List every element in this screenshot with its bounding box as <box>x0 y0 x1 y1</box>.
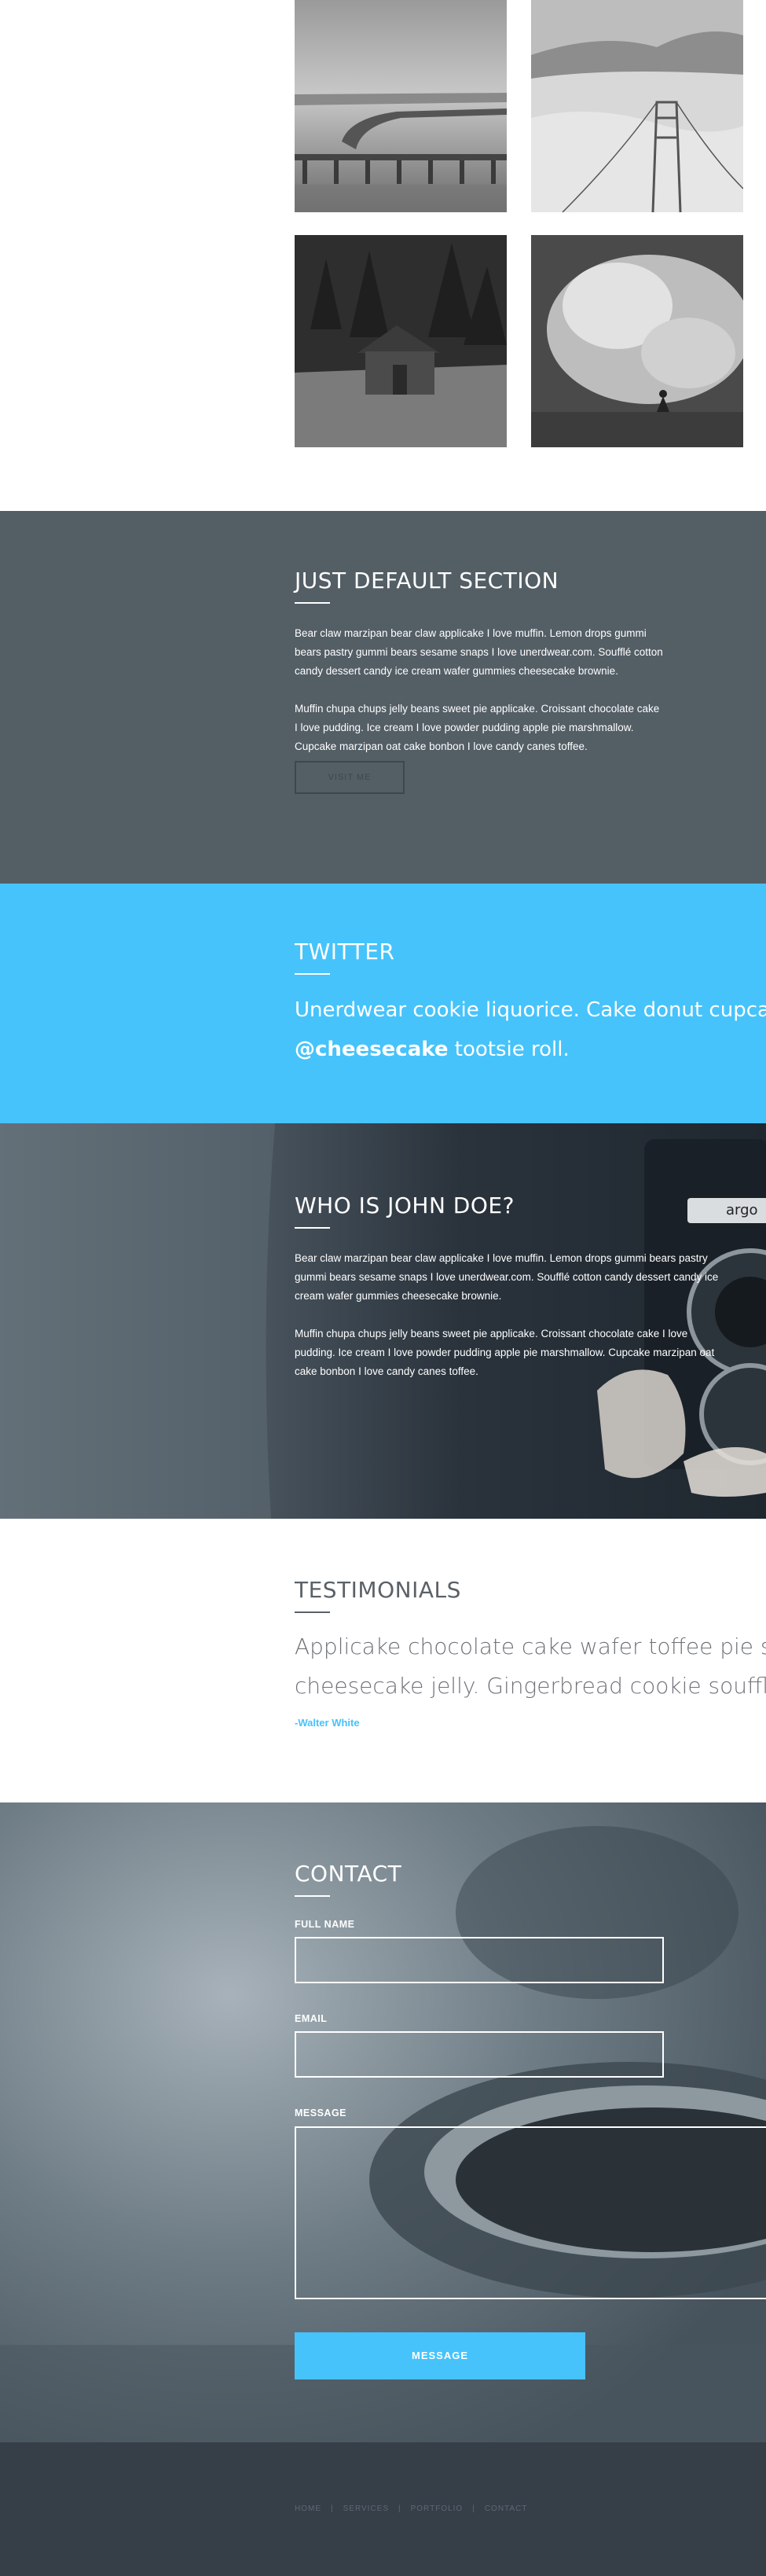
section-title: TESTIMONIALS <box>295 1577 461 1603</box>
message-label: MESSAGE <box>295 2107 347 2118</box>
about-paragraph: Bear claw marzipan bear claw applicake I… <box>295 1252 719 1302</box>
footer-separator: | <box>331 2504 334 2513</box>
section-title: CONTACT <box>295 1861 402 1887</box>
section-paragraph: Bear claw marzipan bear claw applicake I… <box>295 627 663 677</box>
tweet-handle-link[interactable]: @cheesecake <box>295 1038 448 1061</box>
tweet-text: Unerdwear cookie liquorice. Cake donut c… <box>295 998 766 1022</box>
twitter-section: TWITTER Unerdwear cookie liquorice. Cake… <box>0 884 766 1123</box>
testimonial-author: -Walter White <box>295 1717 360 1729</box>
cabin-photo-icon <box>295 235 507 447</box>
testimonial-quote: Applicake chocolate cake wafer toffee pi… <box>295 1633 766 1659</box>
send-message-button[interactable]: MESSAGE <box>295 2332 585 2379</box>
about-paragraph: Muffin chupa chups jelly beans sweet pie… <box>295 1328 715 1377</box>
portfolio-item-surfer[interactable] <box>531 235 743 447</box>
default-section: JUST DEFAULT SECTION Bear claw marzipan … <box>0 511 766 884</box>
camera-brand-label: argo <box>726 1202 758 1218</box>
contact-section: CONTACT FULL NAME EMAIL MESSAGE MESSAGE <box>0 1802 766 2442</box>
section-paragraph: Muffin chupa chups jelly beans sweet pie… <box>295 703 660 752</box>
full-name-input[interactable] <box>295 1937 664 1983</box>
about-section: argo WHO IS JOHN DOE? Bear claw marzipan… <box>0 1123 766 1519</box>
message-textarea[interactable] <box>295 2126 766 2299</box>
visit-me-button[interactable]: VISIT ME <box>295 761 405 794</box>
surfer-photo-icon <box>531 235 743 447</box>
title-underline <box>295 973 330 975</box>
title-underline <box>295 1895 330 1897</box>
tweet-text-rest: tootsie roll. <box>448 1038 570 1061</box>
footer: HOME | SERVICES | PORTFOLIO | CONTACT <box>0 2442 766 2576</box>
testimonial-quote-line2: cheesecake jelly. Gingerbread cookie sou… <box>295 1673 766 1699</box>
section-title: TWITTER <box>295 939 395 965</box>
title-underline <box>295 602 330 604</box>
email-input[interactable] <box>295 2031 664 2078</box>
footer-link-home[interactable]: HOME <box>295 2504 321 2513</box>
tweet-text-line2: @cheesecake tootsie roll. <box>295 1030 766 1069</box>
footer-link-services[interactable]: SERVICES <box>343 2504 389 2513</box>
full-name-label: FULL NAME <box>295 1919 355 1930</box>
portfolio-item-pier[interactable] <box>295 0 507 212</box>
section-title: JUST DEFAULT SECTION <box>295 568 559 593</box>
golden-gate-photo-icon <box>531 0 743 212</box>
testimonials-section: TESTIMONIALS Applicake chocolate cake wa… <box>0 1519 766 1802</box>
footer-link-portfolio[interactable]: PORTFOLIO <box>411 2504 464 2513</box>
footer-link-contact[interactable]: CONTACT <box>485 2504 528 2513</box>
portfolio-item-bridge[interactable] <box>531 0 743 212</box>
portfolio-item-cabin[interactable] <box>295 235 507 447</box>
section-title: WHO IS JOHN DOE? <box>295 1192 515 1218</box>
footer-separator: | <box>398 2504 401 2513</box>
portfolio-section <box>0 0 766 511</box>
pier-photo-icon <box>295 0 507 212</box>
title-underline <box>295 1227 330 1229</box>
email-label: EMAIL <box>295 2013 328 2024</box>
title-underline <box>295 1611 330 1613</box>
footer-nav: HOME | SERVICES | PORTFOLIO | CONTACT <box>295 2504 527 2513</box>
footer-separator: | <box>472 2504 475 2513</box>
